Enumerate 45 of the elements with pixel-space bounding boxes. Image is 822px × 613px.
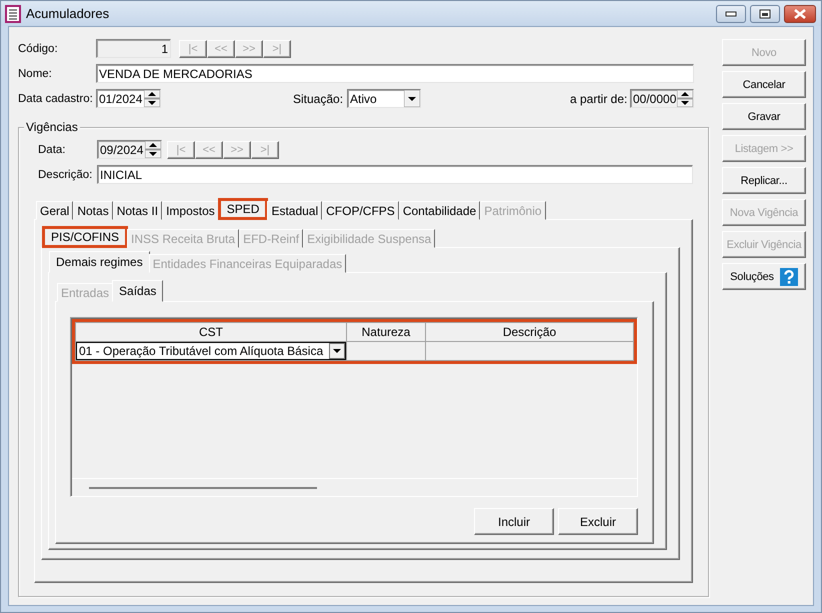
help-icon [780, 268, 798, 286]
action-button[interactable]: Gravar [722, 103, 806, 130]
scrollbar[interactable] [89, 486, 317, 488]
dropdown-arrow-icon[interactable] [404, 90, 420, 107]
field-label: Nome: [18, 68, 53, 80]
column-header[interactable]: CST [76, 322, 346, 342]
column-header[interactable]: Natureza [346, 322, 426, 342]
tab[interactable]: SPED [218, 198, 268, 220]
action-button[interactable]: Cancelar [722, 71, 806, 98]
maximize-button[interactable] [750, 4, 780, 22]
document-icon [5, 4, 21, 22]
action-button[interactable]: Replicar... [722, 167, 806, 194]
tab[interactable]: PIS/COFINS [42, 226, 128, 248]
grid-action-button[interactable]: Incluir [474, 508, 554, 535]
name-field[interactable]: VENDA DE MERCADORIAS [96, 64, 694, 83]
tab[interactable]: Estadual [267, 201, 322, 220]
field-label: Data cadastro: [18, 92, 94, 104]
minimize-icon [725, 10, 737, 16]
close-button[interactable] [784, 4, 816, 22]
date-spinner-field[interactable]: 01/2024 [96, 89, 161, 108]
column-header[interactable]: Descrição [426, 322, 634, 342]
minimize-button[interactable] [716, 4, 746, 22]
group-title: Vigências [24, 120, 80, 134]
tab[interactable]: Impostos [162, 201, 219, 220]
restore-icon [759, 8, 771, 18]
spin-arrows-icon[interactable] [144, 90, 160, 107]
tab[interactable]: Geral [36, 201, 74, 220]
window-title: Acumuladores [26, 6, 110, 21]
action-button[interactable]: Soluções [722, 263, 806, 290]
field-label: Situação: [293, 92, 344, 106]
field-label: a partir de: [570, 92, 628, 106]
tab[interactable]: Notas II [112, 201, 162, 220]
tab[interactable]: Notas [73, 201, 113, 220]
tab[interactable]: CFOP/CFPS [322, 201, 399, 220]
status-dropdown[interactable]: Ativo [347, 89, 421, 108]
cst-dropdown[interactable]: 01 - Operação Tributável com Alíquota Básica [76, 342, 346, 360]
grid-action-button[interactable]: Excluir [558, 508, 638, 535]
tab[interactable]: Demais regimes [49, 251, 150, 273]
description-field[interactable]: INICIAL [97, 165, 693, 184]
tab[interactable]: Contabilidade [398, 201, 480, 220]
field-label: Data: [37, 144, 66, 156]
close-icon [793, 8, 807, 18]
tab[interactable]: Saídas [112, 280, 164, 302]
field-label: Descrição: [37, 168, 94, 180]
field-label: Código: [18, 42, 59, 54]
